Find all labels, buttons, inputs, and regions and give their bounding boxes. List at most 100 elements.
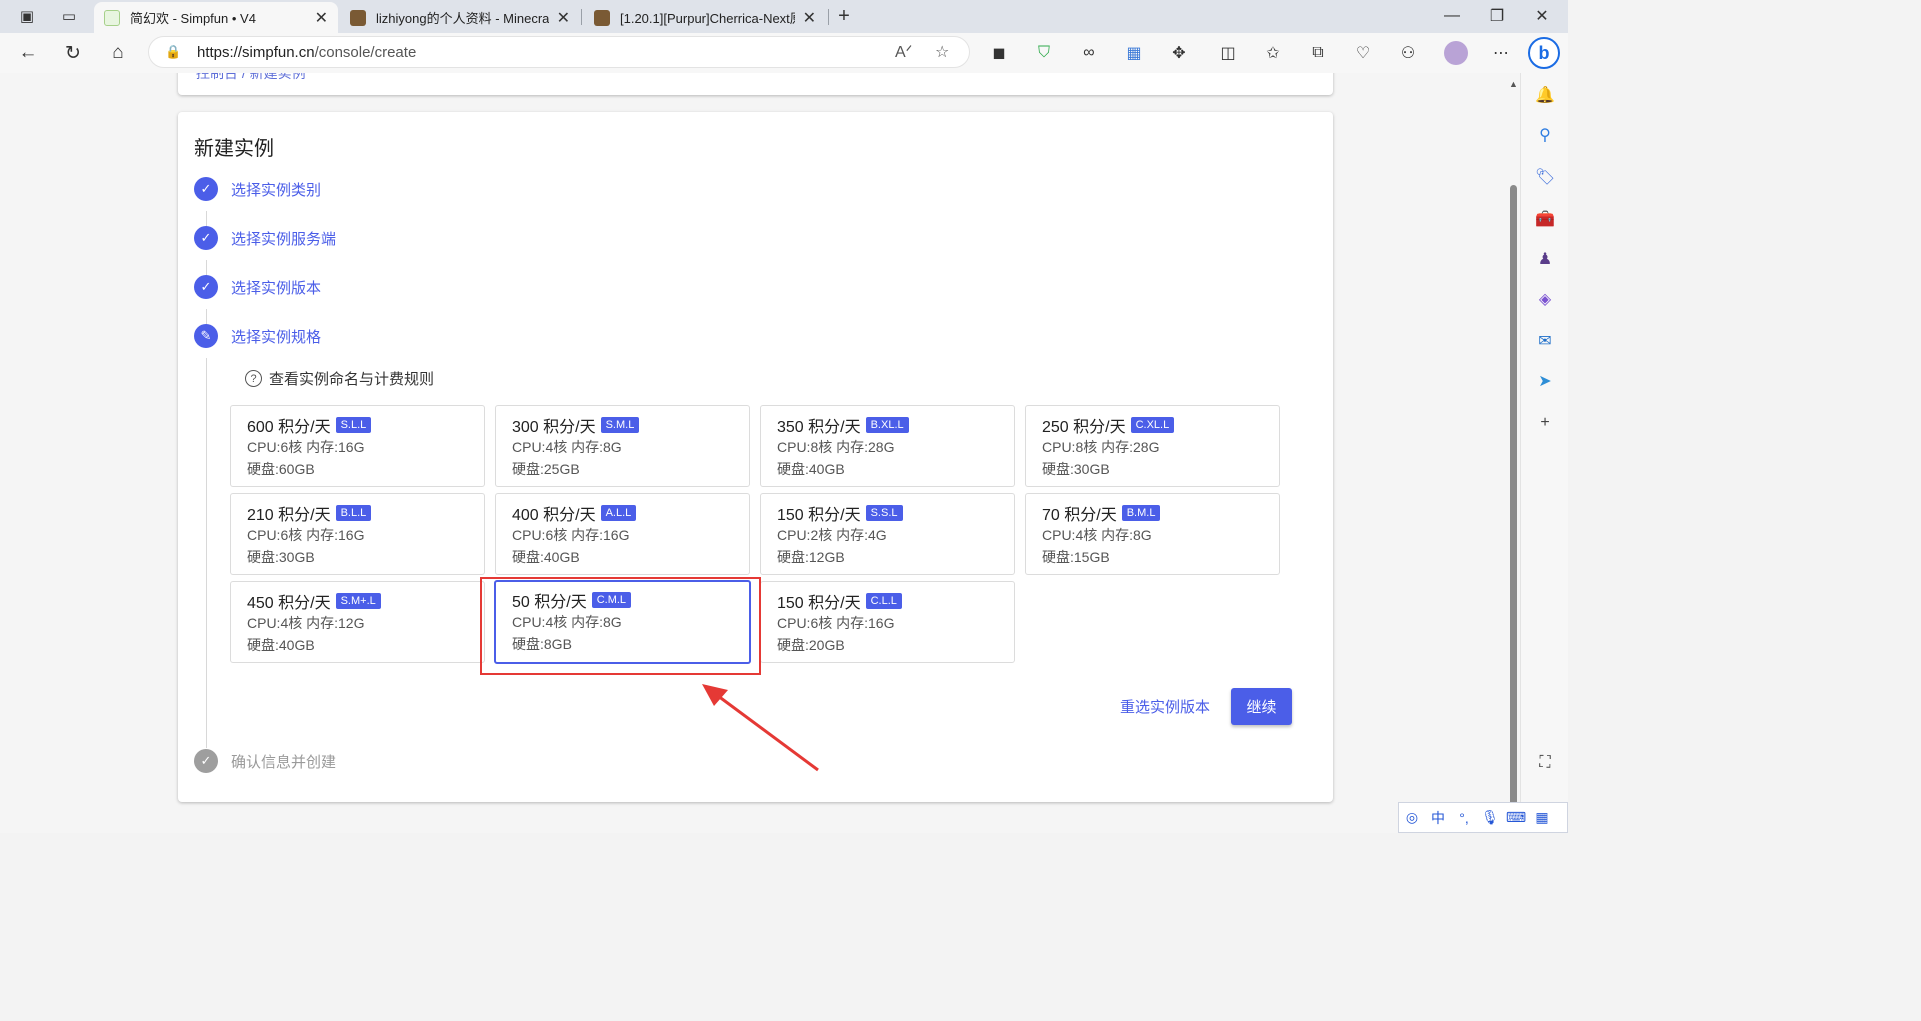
spec-card[interactable]: 600 积分/天 S.L.L CPU:6核 内存:16G 硬盘:60GB bbox=[230, 405, 485, 487]
shopping-tag-icon[interactable]: 🏷 bbox=[1533, 165, 1557, 189]
outlook-icon[interactable]: ✉ bbox=[1533, 329, 1557, 353]
spec-disk: 硬盘:12GB bbox=[777, 549, 845, 565]
spec-disk: 硬盘:40GB bbox=[777, 461, 845, 477]
close-tab-icon[interactable]: ✕ bbox=[803, 8, 816, 28]
minecraft-favicon-icon bbox=[594, 9, 610, 26]
check-icon: ✓ bbox=[194, 275, 218, 299]
translate-extension-icon[interactable]: ▦ bbox=[1122, 41, 1146, 65]
favorites-icon[interactable]: ✩ bbox=[1261, 41, 1285, 65]
copilot-icon[interactable]: ⚇ bbox=[1396, 41, 1420, 65]
microsoft365-icon[interactable]: ◈ bbox=[1533, 287, 1557, 311]
spec-card[interactable]: 210 积分/天 B.L.L CPU:6核 内存:16G 硬盘:30GB bbox=[230, 493, 485, 575]
ime-grid-icon[interactable]: ▦ bbox=[1529, 809, 1555, 826]
spec-card[interactable]: 150 积分/天 S.S.L CPU:2核 内存:4G 硬盘:12GB bbox=[760, 493, 1015, 575]
new-tab-icon[interactable]: + bbox=[832, 4, 856, 28]
tab-title: lizhiyong的个人资料 - Minecraft( bbox=[376, 11, 549, 26]
add-sidebar-app-icon[interactable]: + bbox=[1533, 411, 1557, 435]
spec-card[interactable]: 70 积分/天 B.M.L CPU:4核 内存:8G 硬盘:15GB bbox=[1025, 493, 1280, 575]
spec-tag: B.XL.L bbox=[865, 417, 909, 433]
restore-icon[interactable]: ❐ bbox=[1477, 4, 1517, 28]
home-icon[interactable]: ⌂ bbox=[104, 40, 132, 66]
screenshot-icon[interactable]: ⛶ bbox=[1533, 751, 1557, 775]
spec-card[interactable]: 350 积分/天 B.XL.L CPU:8核 内存:28G 硬盘:40GB bbox=[760, 405, 1015, 487]
punctuation-icon[interactable]: °, bbox=[1451, 810, 1477, 826]
search-icon[interactable]: ⚲ bbox=[1533, 123, 1557, 147]
microphone-icon[interactable]: 🎙 bbox=[1477, 809, 1503, 826]
tab-title: 简幻欢 - Simpfun • V4 bbox=[130, 11, 256, 26]
continue-button[interactable]: 继续 bbox=[1231, 688, 1292, 725]
spec-cpu-mem: CPU:2核 内存:4G bbox=[777, 527, 887, 543]
step-connector bbox=[206, 358, 207, 748]
spec-card[interactable]: 300 积分/天 S.M.L CPU:4核 内存:8G 硬盘:25GB bbox=[495, 405, 750, 487]
tab-simpfun[interactable]: 简幻欢 - Simpfun • V4 ✕ bbox=[94, 2, 338, 33]
refresh-icon[interactable]: ↻ bbox=[59, 40, 87, 66]
naming-billing-rules-link[interactable]: ? 查看实例命名与计费规则 bbox=[245, 368, 434, 389]
vertical-tabs-icon[interactable]: ▭ bbox=[56, 5, 82, 27]
ifly-logo-icon[interactable]: ◎ bbox=[1399, 809, 1425, 826]
spec-price: 150 积分/天 bbox=[777, 595, 861, 612]
step-connector bbox=[206, 309, 207, 325]
extension-badge-icon[interactable]: ◼ bbox=[987, 41, 1011, 65]
close-tab-icon[interactable]: ✕ bbox=[315, 8, 328, 28]
tab-separator bbox=[828, 9, 829, 25]
step-label: 选择实例类别 bbox=[231, 181, 322, 199]
collections-icon[interactable]: ⧉ bbox=[1306, 41, 1330, 65]
keyboard-icon[interactable]: ⌨ bbox=[1503, 809, 1529, 826]
favorite-star-icon[interactable]: ☆ bbox=[935, 42, 949, 62]
bing-chat-icon[interactable]: b bbox=[1528, 37, 1560, 69]
spec-price: 350 积分/天 bbox=[777, 419, 861, 436]
spec-disk: 硬盘:40GB bbox=[247, 637, 315, 653]
scrollbar-thumb[interactable] bbox=[1510, 185, 1517, 821]
scroll-up-icon[interactable]: ▲ bbox=[1509, 79, 1518, 89]
step-select-category[interactable]: ✓ 选择实例类别 bbox=[194, 177, 321, 201]
read-aloud-icon[interactable]: Aᐟ bbox=[895, 42, 912, 62]
workspaces-icon[interactable]: ▣ bbox=[14, 5, 40, 27]
back-icon[interactable]: ← bbox=[14, 40, 42, 66]
step-select-spec[interactable]: ✎ 选择实例规格 bbox=[194, 324, 321, 348]
spec-tag: S.M.L bbox=[600, 417, 640, 433]
tab-minecraft-profile[interactable]: lizhiyong的个人资料 - Minecraft( ✕ bbox=[340, 2, 580, 33]
infinity-icon[interactable]: ∞ bbox=[1077, 41, 1101, 65]
minimize-icon[interactable]: — bbox=[1432, 4, 1472, 28]
help-question-icon: ? bbox=[245, 370, 262, 387]
close-window-icon[interactable]: ✕ bbox=[1522, 4, 1562, 28]
url-field[interactable]: 🔒 https://simpfun.cn/console/create Aᐟ ☆ bbox=[148, 36, 970, 68]
spec-tag: S.L.L bbox=[335, 417, 372, 433]
more-options-icon[interactable]: ⋯ bbox=[1489, 41, 1513, 65]
edge-sidebar: 🔔 ⚲ 🏷 🧰 ♟ ◈ ✉ ➤ + ⛶ bbox=[1520, 73, 1568, 833]
spec-price: 150 积分/天 bbox=[777, 507, 861, 524]
page-scrollbar[interactable]: ▲ bbox=[1508, 77, 1518, 829]
spec-card[interactable]: 250 积分/天 C.XL.L CPU:8核 内存:28G 硬盘:30GB bbox=[1025, 405, 1280, 487]
tools-icon[interactable]: 🧰 bbox=[1533, 207, 1557, 231]
spec-cpu-mem: CPU:4核 内存:8G bbox=[512, 439, 622, 455]
spec-price: 450 积分/天 bbox=[247, 595, 331, 612]
step-select-version[interactable]: ✓ 选择实例版本 bbox=[194, 275, 321, 299]
spec-disk: 硬盘:30GB bbox=[247, 549, 315, 565]
profile-avatar[interactable] bbox=[1444, 41, 1468, 65]
spec-cpu-mem: CPU:6核 内存:16G bbox=[247, 439, 365, 455]
breadcrumb-card: 控制台 / 新建实例 bbox=[178, 73, 1333, 95]
ime-mode-toggle[interactable]: 中 bbox=[1425, 808, 1451, 828]
spec-card[interactable]: 150 积分/天 C.L.L CPU:6核 内存:16G 硬盘:20GB bbox=[760, 581, 1015, 663]
annotation-arrow-icon bbox=[702, 684, 819, 772]
close-tab-icon[interactable]: ✕ bbox=[557, 8, 570, 28]
spec-card[interactable]: 450 积分/天 S.M+.L CPU:4核 内存:12G 硬盘:40GB bbox=[230, 581, 485, 663]
shield-icon[interactable]: ⛉ bbox=[1032, 41, 1056, 65]
extensions-puzzle-icon[interactable]: ✥ bbox=[1167, 41, 1191, 65]
spec-tag: C.XL.L bbox=[1130, 417, 1175, 433]
spec-card[interactable]: 400 积分/天 A.L.L CPU:6核 内存:16G 硬盘:40GB bbox=[495, 493, 750, 575]
split-screen-icon[interactable]: ◫ bbox=[1216, 41, 1240, 65]
tab-bar: ▣ ▭ 简幻欢 - Simpfun • V4 ✕ lizhiyong的个人资料 … bbox=[0, 0, 1568, 33]
performance-icon[interactable]: ♡ bbox=[1351, 41, 1375, 65]
step-connector bbox=[206, 211, 207, 227]
notification-bell-icon[interactable]: 🔔 bbox=[1533, 83, 1557, 107]
lock-icon[interactable]: 🔒 bbox=[165, 44, 181, 60]
spec-disk: 硬盘:40GB bbox=[512, 549, 580, 565]
step-confirm-create: ✓ 确认信息并创建 bbox=[194, 749, 336, 773]
games-icon[interactable]: ♟ bbox=[1533, 247, 1557, 271]
drop-icon[interactable]: ➤ bbox=[1533, 369, 1557, 393]
reselect-version-button[interactable]: 重选实例版本 bbox=[1120, 696, 1210, 717]
step-select-server[interactable]: ✓ 选择实例服务端 bbox=[194, 226, 336, 250]
breadcrumb[interactable]: 控制台 / 新建实例 bbox=[196, 73, 306, 83]
tab-cherrica[interactable]: [1.20.1][Purpur]Cherrica-Next原 ✕ bbox=[584, 2, 826, 33]
